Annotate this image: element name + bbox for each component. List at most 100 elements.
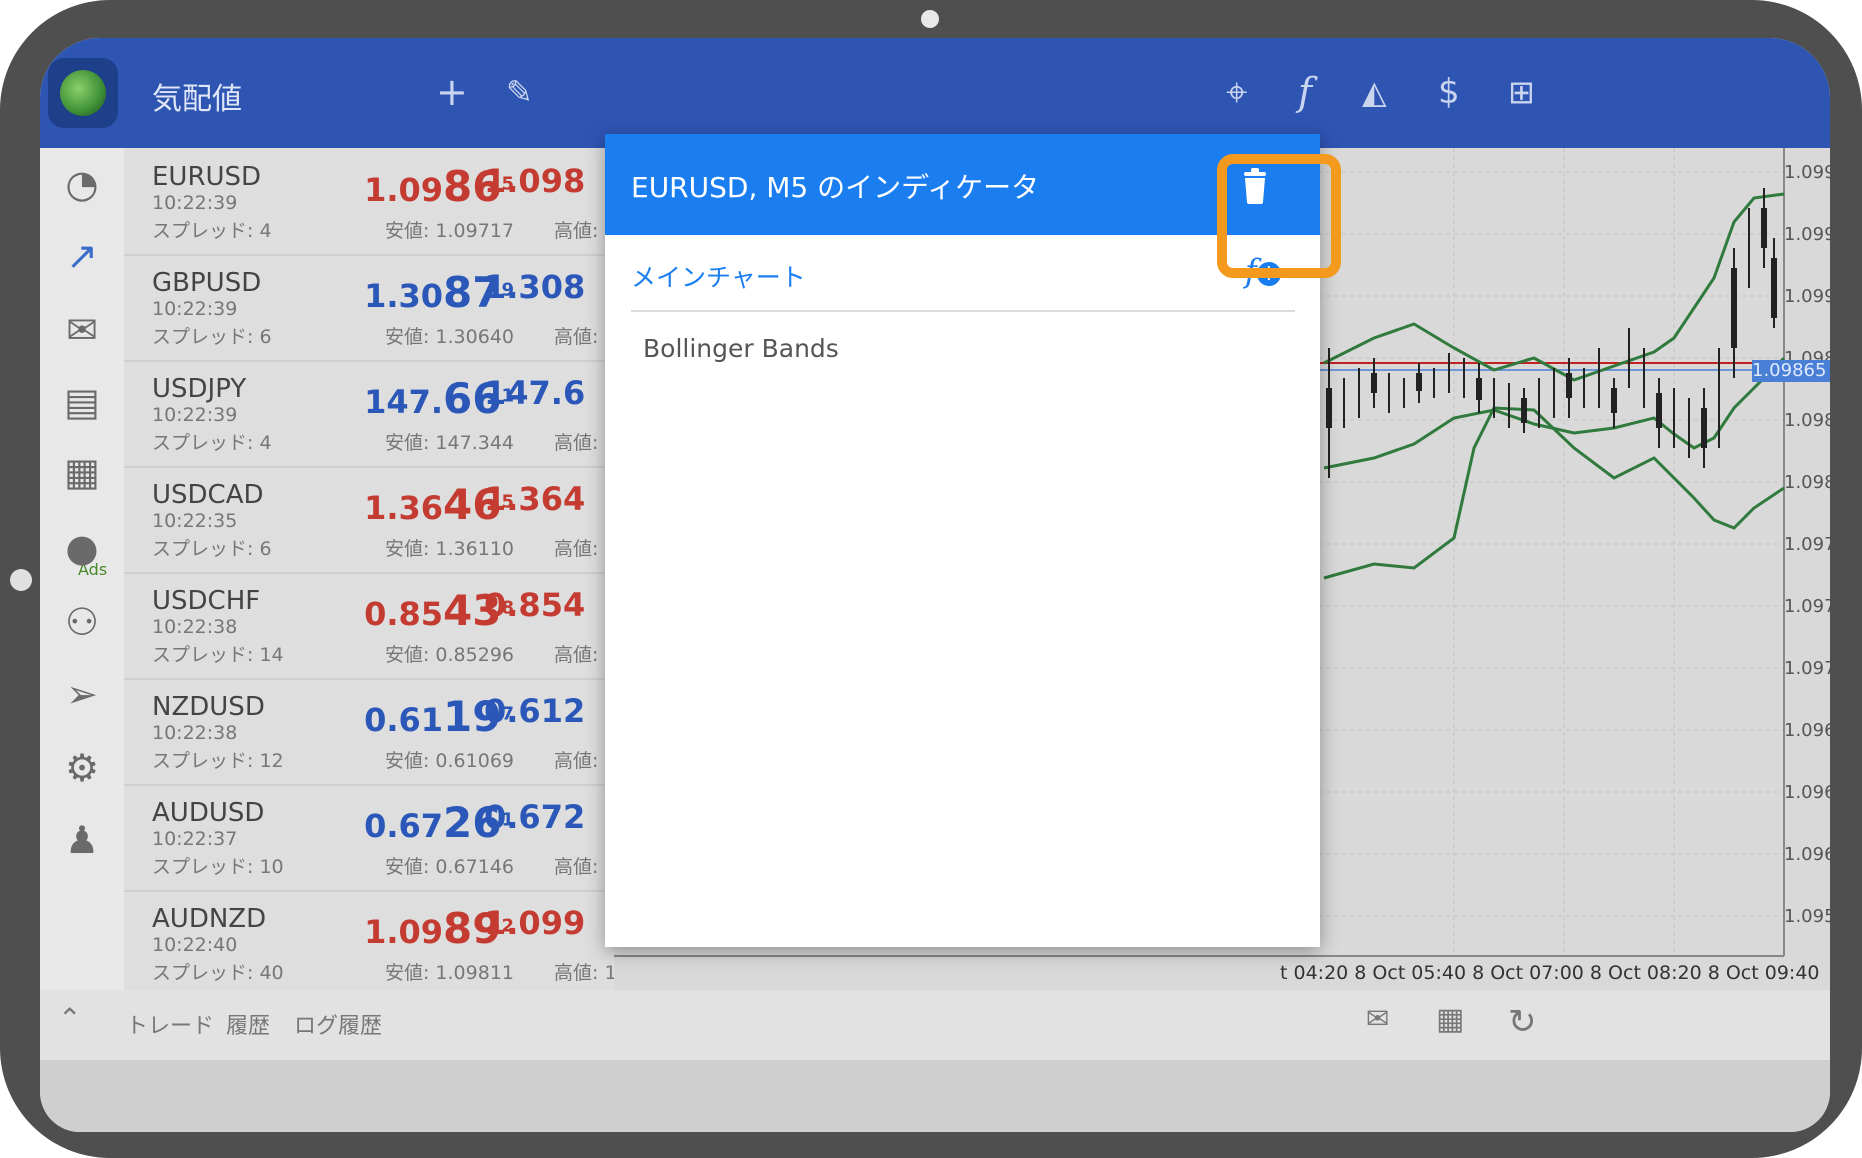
low-price: 安値: 1.30640 <box>384 326 514 348</box>
quotes-list: EURUSD 10:22:39 スプレッド: 4 1.09865 1.098 安… <box>124 148 614 990</box>
page-title: 気配値 <box>152 82 242 117</box>
current-price-tag: 1.09865 <box>1752 360 1830 382</box>
ads-icon[interactable]: ▦ <box>54 444 110 500</box>
user-icon[interactable]: ♟ <box>54 812 110 868</box>
low-price: 安値: 1.09717 <box>384 220 514 242</box>
dialog-title: EURUSD, M5 のインディケータ <box>631 171 1040 204</box>
tablet-frame: 気配値 + ✎ ⌖ f ◭ $ ⊞ ◔ ↗ ✉ ▤ ▦ Ads ● ⚇ ➢ ⚙ … <box>0 0 1862 1158</box>
list-item[interactable]: USDCAD 10:22:35 スプレッド: 6 1.36465 1.364 安… <box>124 466 614 574</box>
plus-icon[interactable]: + <box>436 70 468 114</box>
quotes-icon[interactable]: ◔ <box>54 156 110 212</box>
quote-time: 10:22:38 <box>152 722 238 744</box>
symbol: USDJPY <box>152 374 247 404</box>
news-icon[interactable]: ▤ <box>54 374 110 430</box>
camera-dot <box>921 10 939 28</box>
crosshair-icon[interactable]: ⌖ <box>1226 70 1247 114</box>
quote-time: 10:22:37 <box>152 828 238 850</box>
symbol: AUDUSD <box>152 798 265 828</box>
spread: スプレッド: 10 <box>152 856 284 878</box>
price-axis-label: 1.09845 <box>1784 410 1830 431</box>
left-navigation: ◔ ↗ ✉ ▤ ▦ Ads ● ⚇ ➢ ⚙ ♟ <box>40 148 124 990</box>
top-bar: 気配値 + ✎ ⌖ f ◭ $ ⊞ <box>40 38 1830 148</box>
quote-time: 10:22:35 <box>152 510 238 532</box>
price-axis-label: 1.09565 <box>1784 906 1830 927</box>
high-price: 高値: 1.10 <box>554 962 614 984</box>
time-axis-labels: t 04:20 8 Oct 05:40 8 Oct 07:00 8 Oct 08… <box>1280 962 1820 984</box>
list-item[interactable]: EURUSD 10:22:39 スプレッド: 4 1.09865 1.098 安… <box>124 148 614 256</box>
screen: 気配値 + ✎ ⌖ f ◭ $ ⊞ ◔ ↗ ✉ ▤ ▦ Ads ● ⚇ ➢ ⚙ … <box>40 38 1830 1132</box>
refresh-icon[interactable]: ↻ <box>1508 1002 1537 1042</box>
ask-price: 147.6 <box>484 374 586 412</box>
spread: スプレッド: 12 <box>152 750 284 772</box>
bottom-bar: ⌃ トレード 履歴 ログ履歴 ✉ ▦ ↻ <box>40 990 1830 1060</box>
quote-time: 10:22:38 <box>152 616 238 638</box>
tab-trade[interactable]: トレード <box>126 1008 214 1040</box>
symbol: USDCHF <box>152 586 261 616</box>
ask-price: 1.364 <box>484 480 586 518</box>
spread: スプレッド: 40 <box>152 962 284 984</box>
community-icon[interactable]: ⚇ <box>54 594 110 650</box>
symbol: EURUSD <box>152 162 262 192</box>
chat-icon[interactable]: ● <box>54 520 110 576</box>
list-item[interactable]: GBPUSD 10:22:39 スプレッド: 6 1.30879 1.308 安… <box>124 254 614 362</box>
indicator-item-bollinger-bands[interactable]: Bollinger Bands <box>643 334 839 363</box>
tab-history[interactable]: 履歴 <box>226 1008 270 1040</box>
quote-time: 10:22:39 <box>152 298 238 320</box>
spread: スプレッド: 14 <box>152 644 284 666</box>
ask-price: 1.099 <box>484 904 586 942</box>
divider <box>631 310 1295 312</box>
shapes-icon[interactable]: ◭ <box>1362 70 1387 114</box>
low-price: 安値: 1.09811 <box>384 962 514 984</box>
price-axis-label: 1.09950 <box>1784 224 1830 245</box>
send-icon[interactable]: ➢ <box>54 666 110 722</box>
price-axis-label: 1.09705 <box>1784 658 1830 679</box>
spread: スプレッド: 4 <box>152 220 272 242</box>
mail-icon[interactable]: ✉ <box>54 302 110 358</box>
list-item[interactable]: AUDNZD 10:22:40 スプレッド: 40 1.09892 1.099 … <box>124 890 614 990</box>
indicators-dialog: EURUSD, M5 のインディケータ メインチャート f + Bollinger… <box>605 134 1320 947</box>
quote-time: 10:22:39 <box>152 404 238 426</box>
price-axis-label: 1.09775 <box>1784 534 1830 555</box>
symbol: NZDUSD <box>152 692 265 722</box>
calendar-icon[interactable]: ▦ <box>1436 1002 1464 1037</box>
low-price: 安値: 0.67146 <box>384 856 514 878</box>
low-price: 安値: 0.85296 <box>384 644 514 666</box>
ask-price: 0.854 <box>484 586 586 624</box>
ask-price: 1.098 <box>484 162 586 200</box>
quote-time: 10:22:40 <box>152 934 238 956</box>
price-axis-label: 1.09635 <box>1784 782 1830 803</box>
spread: スプレッド: 6 <box>152 538 272 560</box>
list-item[interactable]: NZDUSD 10:22:38 スプレッド: 12 0.61197 0.612 … <box>124 678 614 786</box>
pencil-icon[interactable]: ✎ <box>506 70 533 114</box>
low-price: 安値: 147.344 <box>384 432 514 454</box>
price-axis-label: 1.09670 <box>1784 720 1830 741</box>
price-axis-label: 1.09985 <box>1784 162 1830 183</box>
ask-price: 0.612 <box>484 692 586 730</box>
list-item[interactable]: USDJPY 10:22:39 スプレッド: 4 147.661 147.6 安… <box>124 360 614 468</box>
price-axis-label: 1.09810 <box>1784 472 1830 493</box>
tab-log-history[interactable]: ログ履歴 <box>294 1008 382 1040</box>
spread: スプレッド: 6 <box>152 326 272 348</box>
spread: スプレッド: 4 <box>152 432 272 454</box>
list-item[interactable]: AUDUSD 10:22:37 スプレッド: 10 0.67261 0.672 … <box>124 784 614 892</box>
dollar-order-icon[interactable]: $ <box>1438 70 1460 114</box>
side-button <box>10 569 32 591</box>
new-document-icon[interactable]: ⊞ <box>1508 70 1535 114</box>
list-item[interactable]: USDCHF 10:22:38 スプレッド: 14 0.85438 0.854 … <box>124 572 614 680</box>
ask-price: 1.308 <box>484 268 586 306</box>
app-logo[interactable] <box>48 58 118 128</box>
quote-time: 10:22:39 <box>152 192 238 214</box>
mail-list-icon[interactable]: ✉ <box>1366 1002 1389 1035</box>
chart-icon[interactable]: ↗ <box>54 228 110 284</box>
low-price: 安値: 1.36110 <box>384 538 514 560</box>
function-icon[interactable]: f <box>1298 70 1312 114</box>
highlight-box <box>1217 154 1341 278</box>
main-chart-section-title: メインチャート <box>631 263 806 292</box>
low-price: 安値: 0.61069 <box>384 750 514 772</box>
dialog-header: EURUSD, M5 のインディケータ <box>605 134 1320 235</box>
settings-icon[interactable]: ⚙ <box>54 740 110 796</box>
bottom-panel <box>40 1060 1830 1132</box>
price-axis-label: 1.09915 <box>1784 286 1830 307</box>
price-axis-label: 1.09740 <box>1784 596 1830 617</box>
chevron-up-icon[interactable]: ⌃ <box>58 1002 81 1035</box>
